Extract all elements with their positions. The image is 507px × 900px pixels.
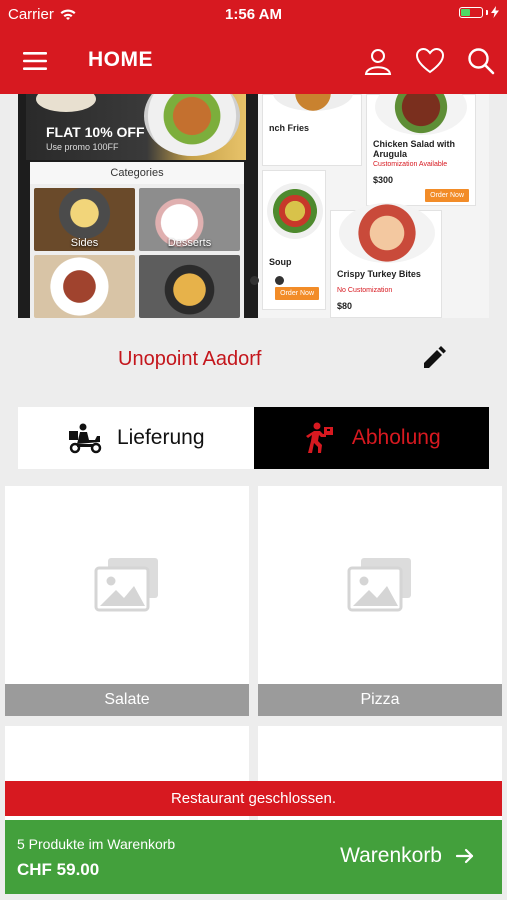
cart-bar[interactable]: 5 Produkte im Warenkorb CHF 59.00 Warenk… — [5, 820, 502, 894]
carousel-indicator — [250, 276, 284, 285]
cart-total: CHF 59.00 — [17, 860, 100, 879]
heart-icon — [416, 48, 444, 74]
category-image — [5, 486, 249, 684]
banner-menu-card-order: Order Now — [275, 287, 319, 300]
cart-button[interactable]: Warenkorb — [340, 844, 474, 868]
delivery-label: Lieferung — [116, 426, 205, 449]
promo-title: FLAT 10% OFF — [46, 124, 145, 140]
banner-menu-card: nch Fries — [262, 94, 362, 166]
banner-menu-card-price: $80 — [337, 301, 353, 311]
banner-menu-card-custom: No Customization — [337, 287, 393, 294]
category-card-salate[interactable]: Salate — [5, 486, 249, 716]
pencil-icon — [424, 346, 446, 368]
image-placeholder-icon — [94, 558, 158, 612]
promo-subtitle: Use promo 100FF — [46, 142, 119, 152]
charging-bolt-icon — [491, 6, 499, 18]
banner-menu-card-order: Order Now — [425, 189, 469, 202]
banner-menu-card: Crispy Turkey Bites No Customization $80 — [330, 203, 442, 318]
app-header: HOME — [0, 28, 507, 94]
clock: 1:56 AM — [225, 6, 282, 23]
delivery-scooter-icon — [68, 423, 102, 454]
banner-category-tile — [139, 255, 240, 318]
carousel-dot[interactable] — [250, 276, 259, 285]
category-label: Salate — [5, 684, 249, 716]
banner-right-screen: nch Fries Chicken Salad with Arugula Cus… — [258, 94, 489, 318]
banner-menu-card-name: Chicken Salad with Arugula — [373, 139, 456, 159]
banner-categories-title: Categories — [30, 162, 244, 184]
banner-categories-panel: Categories Sides Desserts — [30, 162, 244, 318]
category-label: Pizza — [258, 684, 502, 716]
account-button[interactable] — [358, 41, 398, 81]
order-mode-toggle: Lieferung Abholung — [18, 407, 489, 469]
image-placeholder-icon — [347, 558, 411, 612]
user-icon — [364, 49, 392, 75]
promo-strip: FLAT 10% OFF Use promo 100FF — [26, 94, 246, 160]
pickup-option[interactable]: Abholung — [253, 407, 489, 469]
banner-category-tile — [34, 255, 135, 318]
banner-category-label: Sides — [70, 237, 99, 249]
store-row: Unopoint Aadorf — [0, 330, 507, 390]
banner-menu-card: Chicken Salad with Arugula Customization… — [366, 94, 476, 206]
store-name: Unopoint Aadorf — [118, 348, 262, 370]
banner-menu-card: Soup Order Now — [262, 170, 326, 310]
category-image — [258, 486, 502, 684]
banner-category-tile: Desserts — [139, 188, 240, 251]
banner-category-tile: Sides — [34, 188, 135, 251]
delivery-option[interactable]: Lieferung — [18, 407, 254, 469]
banner-menu-card-price: $300 — [373, 175, 394, 185]
banner-left-screen: FLAT 10% OFF Use promo 100FF Categories … — [18, 94, 258, 318]
carousel-dot[interactable] — [275, 276, 284, 285]
banner-menu-card-name: nch Fries — [269, 123, 310, 133]
category-card-pizza[interactable]: Pizza — [258, 486, 502, 716]
banner-menu-card-name: Crispy Turkey Bites — [337, 269, 421, 279]
cart-button-label: Warenkorb — [340, 844, 442, 867]
pickup-runner-icon — [305, 422, 333, 453]
banner-menu-card-custom: Customization Available — [373, 161, 448, 168]
status-bar: Carrier 1:56 AM — [0, 0, 507, 28]
pickup-label: Abholung — [351, 426, 441, 449]
battery-icon — [459, 6, 499, 18]
menu-button[interactable] — [15, 41, 55, 81]
banner-category-label: Desserts — [167, 237, 212, 249]
search-icon — [468, 48, 495, 75]
banner-menu-card-name: Soup — [269, 257, 292, 267]
page-title: HOME — [88, 48, 153, 71]
cart-item-count: 5 Produkte im Warenkorb — [17, 836, 176, 852]
search-button[interactable] — [461, 41, 501, 81]
hamburger-icon — [23, 52, 47, 70]
promo-banner-carousel[interactable]: FLAT 10% OFF Use promo 100FF Categories … — [18, 94, 489, 318]
restaurant-closed-banner: Restaurant geschlossen. — [5, 781, 502, 816]
arrow-right-icon — [456, 848, 474, 864]
edit-store-button[interactable] — [420, 344, 448, 372]
favorites-button[interactable] — [410, 41, 450, 81]
